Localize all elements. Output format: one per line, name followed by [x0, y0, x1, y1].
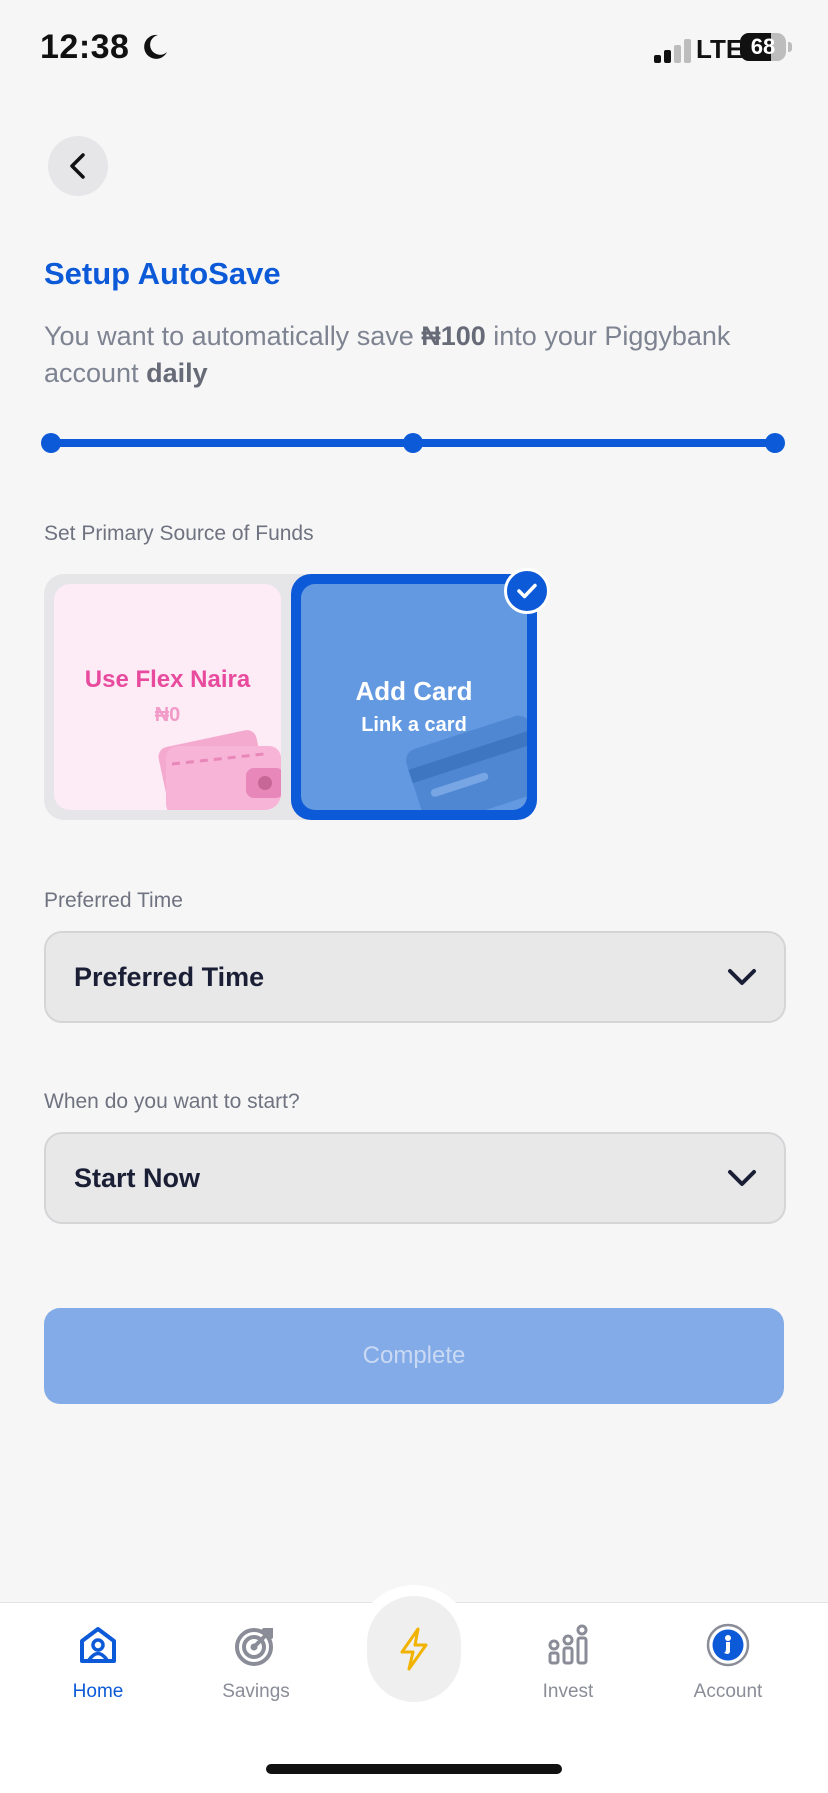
add-card-title: Add Card: [355, 676, 473, 706]
invest-icon: [548, 1624, 588, 1665]
wallet-icon: [158, 730, 281, 810]
nav-account-label: Account: [693, 1681, 763, 1702]
chevron-left-icon: [70, 153, 85, 179]
back-button[interactable]: [48, 136, 108, 196]
nav-account[interactable]: Account: [658, 1623, 798, 1703]
add-card-subtitle: Link a card: [361, 714, 467, 736]
complete-button[interactable]: Complete: [44, 1308, 784, 1404]
preferred-time-value: Preferred Time: [74, 962, 265, 992]
preferred-time-label: Preferred Time: [44, 889, 183, 912]
status-time: 12:38: [40, 28, 130, 66]
battery-percent: 68: [750, 34, 776, 59]
moon-icon: [144, 34, 167, 59]
battery-indicator: 68: [740, 33, 792, 63]
nav-savings-label: Savings: [222, 1681, 290, 1702]
home-icon: [80, 1627, 116, 1663]
preferred-time-select[interactable]: Preferred Time: [44, 931, 786, 1023]
autosave-summary: You want to automatically save ₦100 into…: [44, 321, 731, 388]
nav-home[interactable]: Home: [28, 1623, 168, 1703]
start-select[interactable]: Start Now: [44, 1132, 786, 1224]
save-frequency: daily: [146, 358, 208, 388]
page-title: Setup AutoSave: [44, 256, 281, 291]
add-card-option[interactable]: Add Card Link a card: [291, 574, 537, 820]
nav-savings[interactable]: Savings: [186, 1623, 326, 1703]
progress-step-dot: [41, 433, 61, 453]
progress-step-dot: [403, 433, 423, 453]
lightning-icon: [400, 1627, 428, 1671]
funds-label: Set Primary Source of Funds: [44, 522, 314, 545]
chevron-down-icon: [728, 969, 756, 985]
save-amount: ₦100: [421, 321, 486, 351]
nav-invest-label: Invest: [542, 1681, 594, 1702]
target-icon: [235, 1628, 273, 1666]
start-value: Start Now: [74, 1163, 201, 1193]
nav-home-label: Home: [72, 1681, 124, 1702]
network-label: LTE: [696, 34, 744, 64]
check-icon: [504, 568, 550, 614]
quick-action-button[interactable]: [367, 1596, 461, 1702]
progress-step-dot: [765, 433, 785, 453]
nav-invest[interactable]: Invest: [498, 1623, 638, 1703]
signal-icon: [654, 39, 691, 63]
chevron-down-icon: [728, 1170, 756, 1186]
start-label: When do you want to start?: [44, 1090, 300, 1113]
flex-naira-option[interactable]: Use Flex Naira ₦0: [54, 584, 281, 810]
account-icon: [706, 1623, 750, 1667]
flex-naira-title: Use Flex Naira: [84, 666, 251, 693]
home-indicator: [266, 1764, 562, 1774]
